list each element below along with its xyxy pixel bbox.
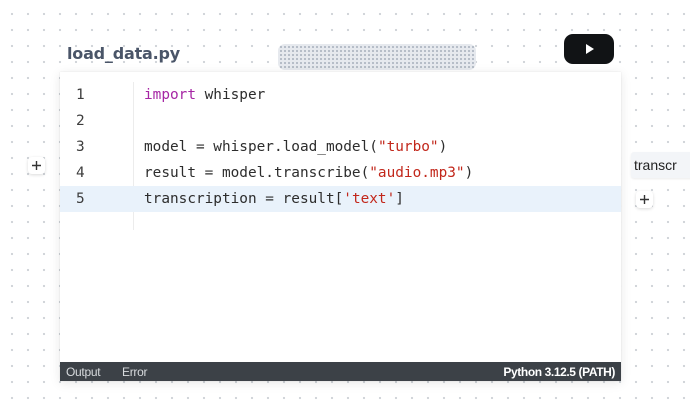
transcription-node[interactable]: transcr (631, 152, 690, 178)
code-line[interactable]: 1 import whisper (60, 82, 621, 108)
plus-icon (32, 161, 41, 170)
code-token: whisper (195, 87, 266, 103)
add-input-handle[interactable] (28, 157, 45, 174)
play-icon (586, 44, 594, 54)
line-number: 3 (76, 139, 85, 155)
plus-icon (640, 195, 649, 204)
code-token: ) (438, 139, 448, 155)
code-line[interactable]: 2 (60, 108, 621, 134)
code-line[interactable]: 3 model = whisper.load_model("turbo") (60, 134, 621, 160)
code-token: "audio.mp3" (369, 165, 465, 181)
line-code: transcription = result['text'] (144, 186, 404, 212)
code-token: ] (395, 191, 404, 207)
line-number: 5 (76, 191, 85, 207)
node-title: load_data.py (67, 44, 180, 63)
transcription-node-label: transcr (634, 157, 677, 173)
line-number: 1 (76, 87, 85, 103)
line-code: result = model.transcribe("audio.mp3") (144, 160, 473, 186)
code-token: 'text' (343, 191, 396, 207)
add-output-handle[interactable] (636, 191, 653, 208)
code-token: import (144, 87, 196, 103)
python-interpreter-label[interactable]: Python 3.12.5 (PATH) (503, 365, 615, 379)
status-bar: Output Error Python 3.12.5 (PATH) (60, 362, 621, 381)
line-number: 2 (76, 113, 85, 129)
code-token: ) (464, 165, 474, 181)
code-editor[interactable]: 1 import whisper 2 3 model = whisper.loa… (60, 72, 621, 381)
code-line-active[interactable]: 5 transcription = result['text'] (60, 186, 621, 212)
code-token: model = whisper.load_model( (144, 139, 378, 155)
line-number: 4 (76, 165, 85, 181)
run-button[interactable] (564, 34, 614, 64)
code-line[interactable]: 4 result = model.transcribe("audio.mp3") (60, 160, 621, 186)
line-code: model = whisper.load_model("turbo") (144, 134, 447, 160)
code-token: result = model.transcribe( (144, 165, 370, 181)
line-code: import whisper (144, 82, 265, 108)
drag-handle[interactable] (278, 44, 476, 70)
tab-error[interactable]: Error (122, 365, 147, 379)
code-token: "turbo" (377, 139, 439, 155)
code-token: transcription = result[ (144, 191, 344, 207)
tab-output[interactable]: Output (66, 365, 101, 379)
code-area[interactable]: 1 import whisper 2 3 model = whisper.loa… (60, 78, 621, 368)
